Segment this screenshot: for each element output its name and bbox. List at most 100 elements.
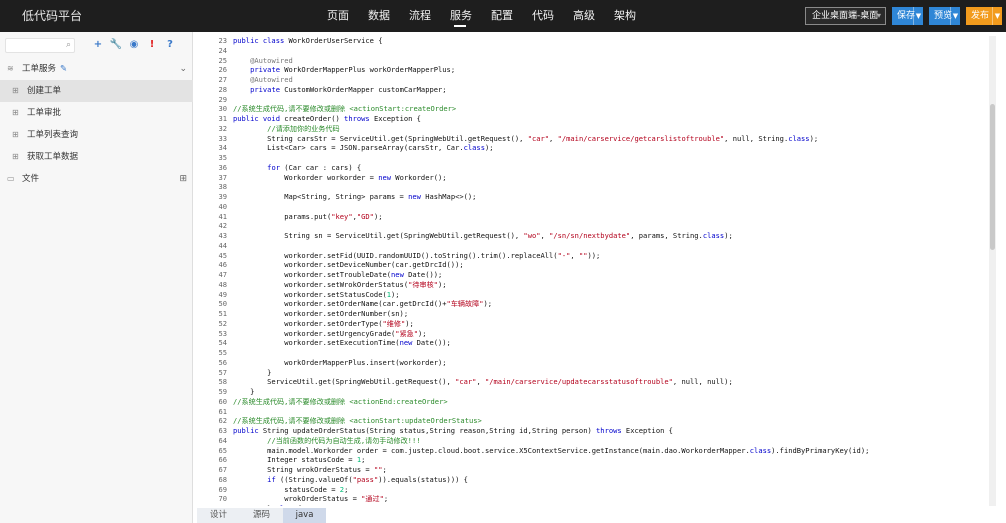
preview-button[interactable]: 预览 ▼ [929,7,960,25]
tab-java[interactable]: java [283,508,326,523]
search-input[interactable]: ⌕ [5,38,75,53]
line-number: 27 [218,75,227,84]
line-number: 55 [218,348,227,357]
code-text: private CustomWorkOrderMapper customCarM… [250,84,447,94]
tree-item[interactable]: ⊞ 工单审批 [0,102,193,124]
tree-node-label: 文件 [22,174,40,184]
line-number: 51 [218,309,227,318]
nav-item[interactable]: 数据 [368,0,409,32]
caret-down-icon[interactable]: ▼ [950,7,960,25]
nav-item[interactable]: 配置 [491,0,532,32]
code-text: @Autowired [250,75,293,84]
tree-node[interactable]: ≋ 工单服务 ✎ ⌄ [0,58,193,80]
tree-item-label: 工单审批 [27,108,62,118]
code-text: Map<String, String> params = new HashMap… [233,192,477,201]
grid-icon: ⊞ [12,108,19,117]
nav-item[interactable]: 代码 [532,0,573,32]
tree-item-label: 创建工单 [27,86,62,96]
globe-icon[interactable]: ◉ [127,38,141,52]
line-number: 50 [218,299,227,309]
line-number: 54 [218,338,227,348]
line-number: 71 [200,504,227,506]
help-icon[interactable]: ? [163,38,177,52]
folder-icon: ▭ [7,174,15,183]
editor-scrollbar[interactable] [989,36,996,506]
save-button[interactable]: 保存 ▼ [892,7,923,25]
nav-item[interactable]: 高级 [573,0,614,32]
alert-icon[interactable]: ! [145,38,159,52]
line-number: 53 [218,328,227,338]
nav-item[interactable]: 服务 [450,0,491,32]
line-number: 63 [218,426,227,435]
sidebar-toolbar: ⌕ + 🔧 ◉!? [0,32,192,58]
tree-item[interactable]: ⊞ 创建工单 [0,80,193,102]
plus-icon[interactable]: + [91,38,105,52]
code-text: workorder.setTroubleDate(new Date()); [233,270,443,279]
code-text: workorder.setOrderNumber(sn); [233,309,409,318]
line-number: 70 [218,494,227,504]
line-number: 34 [218,143,227,153]
layers-icon: ≋ [7,64,14,73]
code-text: } else { [233,504,301,506]
nav-item[interactable]: 页面 [327,0,368,32]
line-number: 44 [218,240,227,250]
code-text: workorder.setStatusCode(1); [233,289,400,299]
code-text: String sn = ServiceUtil.get(SpringWebUti… [233,231,733,240]
tree-node[interactable]: ▭ 文件 ⊞ [0,168,193,190]
line-number: 56 [218,357,227,367]
line-number: 43 [218,231,227,240]
code-text: workorder.setDeviceNumber(car.getDrcId()… [233,260,464,270]
line-number: 33 [218,133,227,143]
tree-item[interactable]: ⊞ 获取工单数据 [0,146,193,168]
line-number: 38 [218,182,227,192]
code-text: String wrokOrderStatus = ""; [233,465,387,474]
line-number: 32 [218,123,227,133]
chevron-down-icon: ▾ [876,11,881,20]
app-select[interactable]: 企业桌面端-桌面 ▾ [805,7,886,25]
line-number: 29 [218,94,227,104]
line-number: 52 [218,318,227,328]
line-number: 57 [218,367,227,377]
line-number: 61 [218,406,227,416]
line-number: 45 [218,250,227,260]
search-icon: ⌕ [65,40,71,50]
code-text: main.model.Workorder order = com.justep.… [233,445,870,455]
line-number: 62 [218,416,227,426]
code-text: ServiceUtil.get(SpringWebUtil.getRequest… [233,377,733,387]
code-text: @Autowired [250,55,293,65]
code-text: workorder.setOrderType("维修"); [233,318,414,328]
tree-item[interactable]: ⊞ 工单列表查询 [0,124,193,146]
code-text: String carsStr = ServiceUtil.get(SpringW… [233,133,819,143]
code-text: public class WorkOrderUserService { [233,36,383,45]
code-text: Integer statusCode = 1; [233,455,366,465]
publish-button[interactable]: 发布 ▼ [966,7,1002,25]
wrench-icon[interactable]: 🔧 [109,38,123,52]
tab-源码[interactable]: 源码 [240,508,283,523]
code-text: //请添加你的业务代码 [267,123,340,133]
line-number: 66 [218,455,227,465]
code-text: public void createOrder() throws Excepti… [233,114,421,123]
scroll-thumb[interactable] [990,104,995,250]
line-number: 25 [218,55,227,65]
app-select-label: 企业桌面端-桌面 [812,11,879,21]
code-text: workorder.setExecutionTime(new Date()); [233,338,451,348]
chevron-down-icon[interactable]: ⌄ [179,58,187,80]
line-number: 28 [218,84,227,94]
line-number: 35 [218,153,227,162]
edit-icon[interactable]: ✎ [60,64,67,74]
tree-item-label: 工单列表查询 [27,130,79,140]
code-text: for (Car car : cars) { [267,162,362,172]
service-tree: ≋ 工单服务 ✎ ⌄ ⊞ 创建工单 ⊞ 工单审批 ⊞ 工单列表查询 ⊞ 获取工单数据 ▭ 文件 ⊞ [0,58,193,190]
code-text: statusCode = 2; [233,484,349,494]
code-editor[interactable]: 23 public class WorkOrderUserService {24 2… [200,36,988,506]
caret-down-icon[interactable]: ▼ [913,7,923,25]
tab-设计[interactable]: 设计 [197,508,240,523]
caret-down-icon[interactable]: ▼ [992,7,1002,25]
line-number: 36 [218,162,227,172]
nav-item[interactable]: 流程 [409,0,450,32]
tree-node-label: 工单服务 [22,64,57,74]
nav-item[interactable]: 架构 [614,0,655,32]
line-number: 30 [218,104,227,114]
code-text: if ((String.valueOf("pass")).equals(stat… [267,474,468,484]
grid-icon[interactable]: ⊞ [179,168,187,190]
